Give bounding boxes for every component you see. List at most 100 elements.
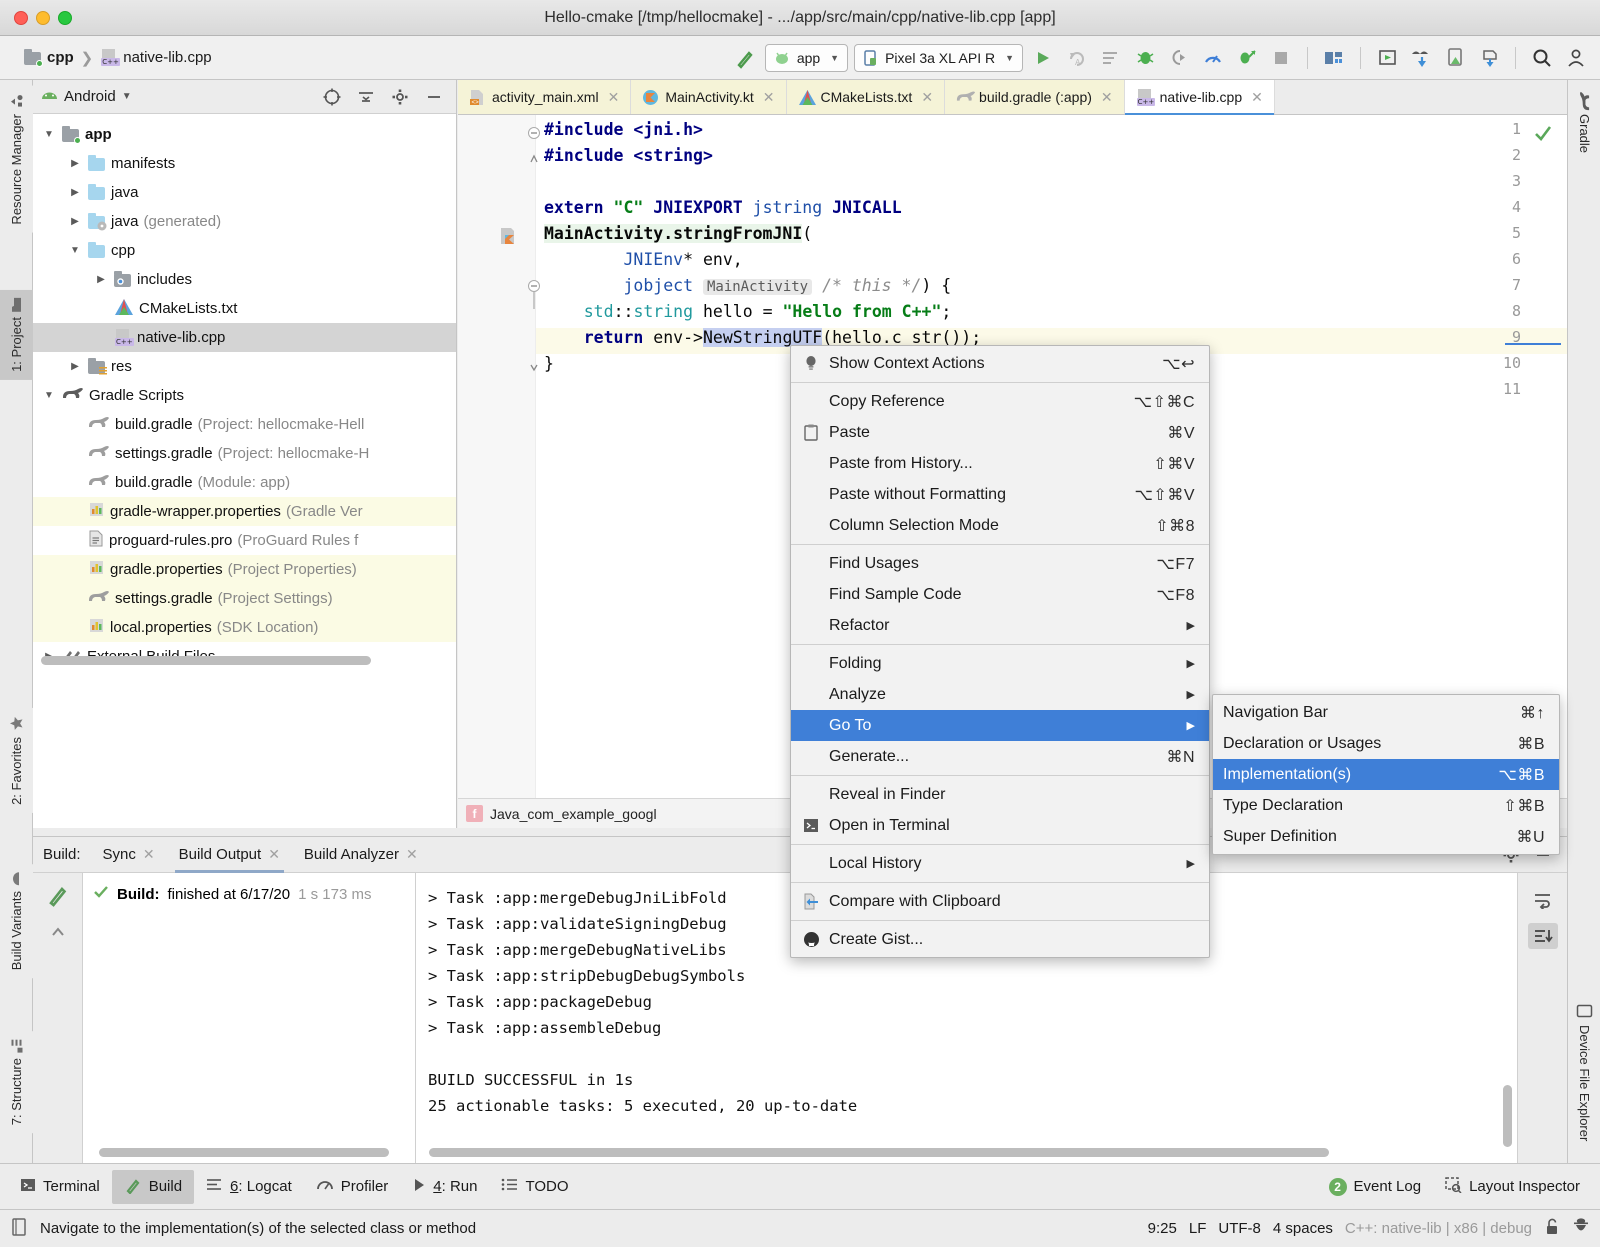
- close-icon[interactable]: ✕: [763, 89, 775, 106]
- menu-item-open-in-terminal[interactable]: Open in Terminal: [791, 810, 1209, 841]
- collapse-all-icon[interactable]: [352, 83, 380, 111]
- bottom-tab-layout-inspector[interactable]: Layout Inspector: [1433, 1170, 1592, 1204]
- hide-panel-icon[interactable]: [420, 83, 448, 111]
- close-icon[interactable]: ✕: [608, 89, 620, 106]
- bottom-tab-profiler[interactable]: Profiler: [304, 1170, 401, 1204]
- editor-gutter[interactable]: [458, 115, 536, 828]
- bottom-tab-terminal[interactable]: Terminal: [8, 1170, 112, 1204]
- sidebar-item-device-file-explorer[interactable]: Device File Explorer: [1568, 995, 1600, 1149]
- menu-item-super-definition[interactable]: Super Definition ⌘U: [1213, 821, 1559, 852]
- soft-wrap-icon[interactable]: [1528, 887, 1558, 913]
- tab-mainactivity-kt[interactable]: MainActivity.kt ✕: [631, 80, 786, 114]
- tab-build-output[interactable]: Build Output ✕: [169, 837, 290, 873]
- tab-activity-main-xml[interactable]: <> activity_main.xml ✕: [458, 80, 631, 114]
- select-opened-file-icon[interactable]: [318, 83, 346, 111]
- menu-item-compare-with-clipboard[interactable]: Compare with Clipboard: [791, 886, 1209, 917]
- expand-icon[interactable]: [49, 925, 67, 943]
- tree-node-gradle-wrapper-properties[interactable]: ▶ gradle-wrapper.properties (Gradle Ver: [33, 497, 456, 526]
- scroll-to-end-icon[interactable]: [1528, 923, 1558, 949]
- sdk-manager-icon[interactable]: [1320, 44, 1348, 72]
- menu-item-reveal-in-finder[interactable]: Reveal in Finder: [791, 779, 1209, 810]
- menu-item-generate[interactable]: Generate... ⌘N: [791, 741, 1209, 772]
- hammer-icon[interactable]: [46, 883, 70, 911]
- menu-item-local-history[interactable]: Local History ▶: [791, 848, 1209, 879]
- chevron-down-icon[interactable]: ▼: [122, 91, 132, 102]
- tree-node-app[interactable]: ▼ app: [33, 120, 456, 149]
- fold-marker-icon[interactable]: [528, 280, 540, 314]
- tree-node-includes[interactable]: ▶ includes: [33, 265, 456, 294]
- console-horizontal-scrollbar[interactable]: [429, 1148, 1329, 1157]
- tree-node-gradle-properties[interactable]: ▶ gradle.properties (Project Properties): [33, 555, 456, 584]
- menu-item-declaration-or-usages[interactable]: Declaration or Usages ⌘B: [1213, 728, 1559, 759]
- gear-icon[interactable]: [386, 83, 414, 111]
- menu-item-find-usages[interactable]: Find Usages ⌥F7: [791, 548, 1209, 579]
- menu-item-paste-without-formatting[interactable]: Paste without Formatting ⌥⇧⌘V: [791, 479, 1209, 510]
- chevron-right-icon[interactable]: ▶: [67, 361, 83, 372]
- fold-marker-icon[interactable]: [528, 124, 540, 143]
- tree-node-local-properties[interactable]: ▶ local.properties (SDK Location): [33, 613, 456, 642]
- tree-node-proguard-rules[interactable]: ▶ proguard-rules.pro (ProGuard Rules f: [33, 526, 456, 555]
- tree-node-settings-gradle-project[interactable]: ▶ settings.gradle (Project: hellocmake-H: [33, 439, 456, 468]
- menu-item-show-context-actions[interactable]: Show Context Actions ⌥↩: [791, 348, 1209, 379]
- project-tree[interactable]: ▼ app ▶ manifests ▶ java ▶ java (gener: [33, 114, 456, 671]
- tab-build-gradle-app[interactable]: build.gradle (:app) ✕: [945, 80, 1125, 114]
- tree-node-java-generated[interactable]: ▶ java (generated): [33, 207, 456, 236]
- menu-item-create-gist[interactable]: Create Gist...: [791, 924, 1209, 955]
- tree-node-build-gradle-project[interactable]: ▶ build.gradle (Project: hellocmake-Hell: [33, 410, 456, 439]
- run-icon[interactable]: [1029, 44, 1057, 72]
- navigation-breadcrumb[interactable]: cpp ❯ C++ native-lib.cpp: [24, 49, 212, 67]
- line-separator[interactable]: LF: [1189, 1220, 1207, 1237]
- menu-item-column-selection-mode[interactable]: Column Selection Mode ⇧⌘8: [791, 510, 1209, 541]
- chevron-right-icon[interactable]: ▶: [67, 158, 83, 169]
- tab-cmakelists-txt[interactable]: CMakeLists.txt ✕: [787, 80, 946, 114]
- chevron-right-icon[interactable]: ▶: [93, 274, 109, 285]
- file-encoding[interactable]: UTF-8: [1218, 1220, 1261, 1237]
- apply-changes-icon[interactable]: A: [1063, 44, 1091, 72]
- sidebar-item-gradle[interactable]: Gradle: [1568, 86, 1600, 161]
- avatar-icon[interactable]: [1562, 44, 1590, 72]
- chevron-right-icon[interactable]: ▶: [67, 187, 83, 198]
- bottom-tab-logcat[interactable]: 6: Logcat: [194, 1170, 304, 1204]
- chevron-right-icon[interactable]: ▶: [67, 216, 83, 227]
- chevron-down-icon[interactable]: ▼: [41, 390, 57, 401]
- bottom-tab-run[interactable]: 4: Run: [400, 1170, 489, 1204]
- menu-item-copy-reference[interactable]: Copy Reference ⌥⇧⌘C: [791, 386, 1209, 417]
- sidebar-item-project[interactable]: 1: Project: [0, 290, 33, 380]
- go-to-submenu[interactable]: Navigation Bar ⌘↑ Declaration or Usages …: [1212, 694, 1560, 855]
- profiler-icon[interactable]: [1199, 44, 1227, 72]
- close-icon[interactable]: ✕: [143, 846, 155, 863]
- project-view-selector[interactable]: Android: [64, 88, 116, 105]
- build-event-root[interactable]: Build: finished at 6/17/20 1 s 173 ms: [83, 881, 415, 907]
- menu-item-paste-from-history[interactable]: Paste from History... ⇧⌘V: [791, 448, 1209, 479]
- menu-item-implementations[interactable]: Implementation(s) ⌥⌘B: [1213, 759, 1559, 790]
- menu-item-go-to[interactable]: Go To ▶: [791, 710, 1209, 741]
- tree-node-gradle-scripts[interactable]: ▼ Gradle Scripts: [33, 381, 456, 410]
- tab-sync[interactable]: Sync ✕: [93, 837, 165, 873]
- breadcrumb-file[interactable]: C++ native-lib.cpp: [100, 49, 211, 66]
- bottom-tab-todo[interactable]: TODO: [489, 1170, 580, 1204]
- menu-item-find-sample-code[interactable]: Find Sample Code ⌥F8: [791, 579, 1209, 610]
- close-icon[interactable]: ✕: [1251, 89, 1263, 106]
- project-horizontal-scrollbar[interactable]: [41, 656, 371, 665]
- tree-node-cmakelists[interactable]: ▶ CMakeLists.txt: [33, 294, 456, 323]
- device-selector[interactable]: Pixel 3a XL API R ▼: [854, 44, 1023, 72]
- tree-node-res[interactable]: ▶ res: [33, 352, 456, 381]
- editor-context-menu[interactable]: Show Context Actions ⌥↩ Copy Reference ⌥…: [790, 345, 1210, 958]
- chevron-down-icon[interactable]: ▼: [67, 245, 83, 256]
- tree-node-settings-gradle-settings[interactable]: ▶ settings.gradle (Project Settings): [33, 584, 456, 613]
- tree-node-native-lib-cpp[interactable]: ▶ C++ native-lib.cpp: [33, 323, 456, 352]
- sidebar-item-build-variants[interactable]: Build Variants: [0, 864, 33, 978]
- close-icon[interactable]: ✕: [268, 846, 280, 863]
- bottom-tab-event-log[interactable]: 2 Event Log: [1317, 1170, 1434, 1204]
- tree-node-build-gradle-module[interactable]: ▶ build.gradle (Module: app): [33, 468, 456, 497]
- unlock-icon[interactable]: [1544, 1218, 1560, 1240]
- close-icon[interactable]: ✕: [406, 846, 418, 863]
- fold-marker-icon[interactable]: [528, 150, 540, 169]
- stop-icon[interactable]: [1267, 44, 1295, 72]
- apply-code-changes-icon[interactable]: [1097, 44, 1125, 72]
- avd-manager-icon[interactable]: [1373, 44, 1401, 72]
- device-manager-icon[interactable]: [1407, 44, 1435, 72]
- search-icon[interactable]: [1528, 44, 1556, 72]
- build-tree-horizontal-scrollbar[interactable]: [99, 1148, 389, 1157]
- caret-position[interactable]: 9:25: [1148, 1220, 1177, 1237]
